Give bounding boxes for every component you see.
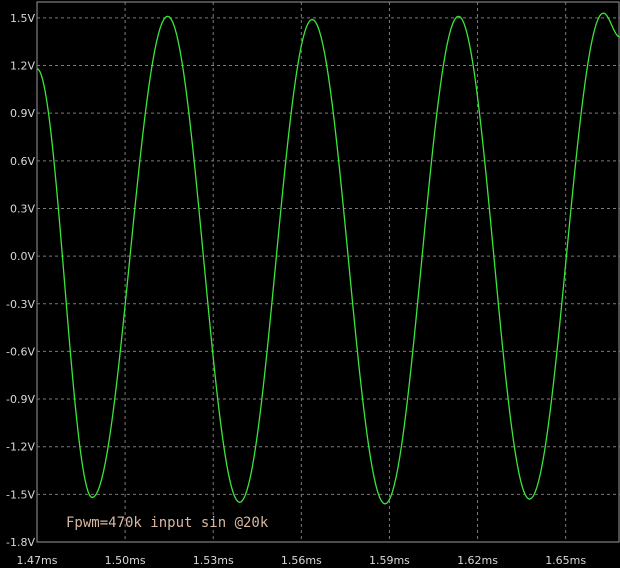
y-tick-label: -1.2V	[6, 441, 35, 454]
x-tick-label: 1.53ms	[193, 554, 234, 567]
y-tick-label: 1.5V	[10, 12, 35, 25]
x-tick-label: 1.62ms	[457, 554, 498, 567]
x-tick-label: 1.50ms	[105, 554, 146, 567]
y-tick-label: 0.6V	[10, 155, 35, 168]
x-tick-label: 1.59ms	[369, 554, 410, 567]
waveform-annotation: Fpwm=470k input sin @20k	[66, 515, 269, 531]
y-tick-label: -1.5V	[6, 488, 35, 501]
x-tick-label: 1.56ms	[281, 554, 322, 567]
y-tick-label: -0.3V	[6, 298, 35, 311]
waveform-plot: 1.47ms 1.50ms 1.53ms 1.56ms 1.59ms 1.62ms 1.65…	[0, 0, 620, 568]
x-tick-label: 1.47ms	[17, 554, 58, 567]
y-tick-label: 0.3V	[10, 202, 35, 215]
y-tick-label: -0.9V	[6, 393, 35, 406]
x-tick-label: 1.65ms	[545, 554, 586, 567]
y-tick-label: -0.6V	[6, 345, 35, 358]
plot-background	[0, 0, 620, 568]
y-tick-label: 0.9V	[10, 107, 35, 120]
y-tick-label: 0.0V	[10, 250, 35, 263]
y-tick-label: 1.2V	[10, 60, 35, 73]
y-tick-label: -1.8V	[6, 536, 35, 549]
